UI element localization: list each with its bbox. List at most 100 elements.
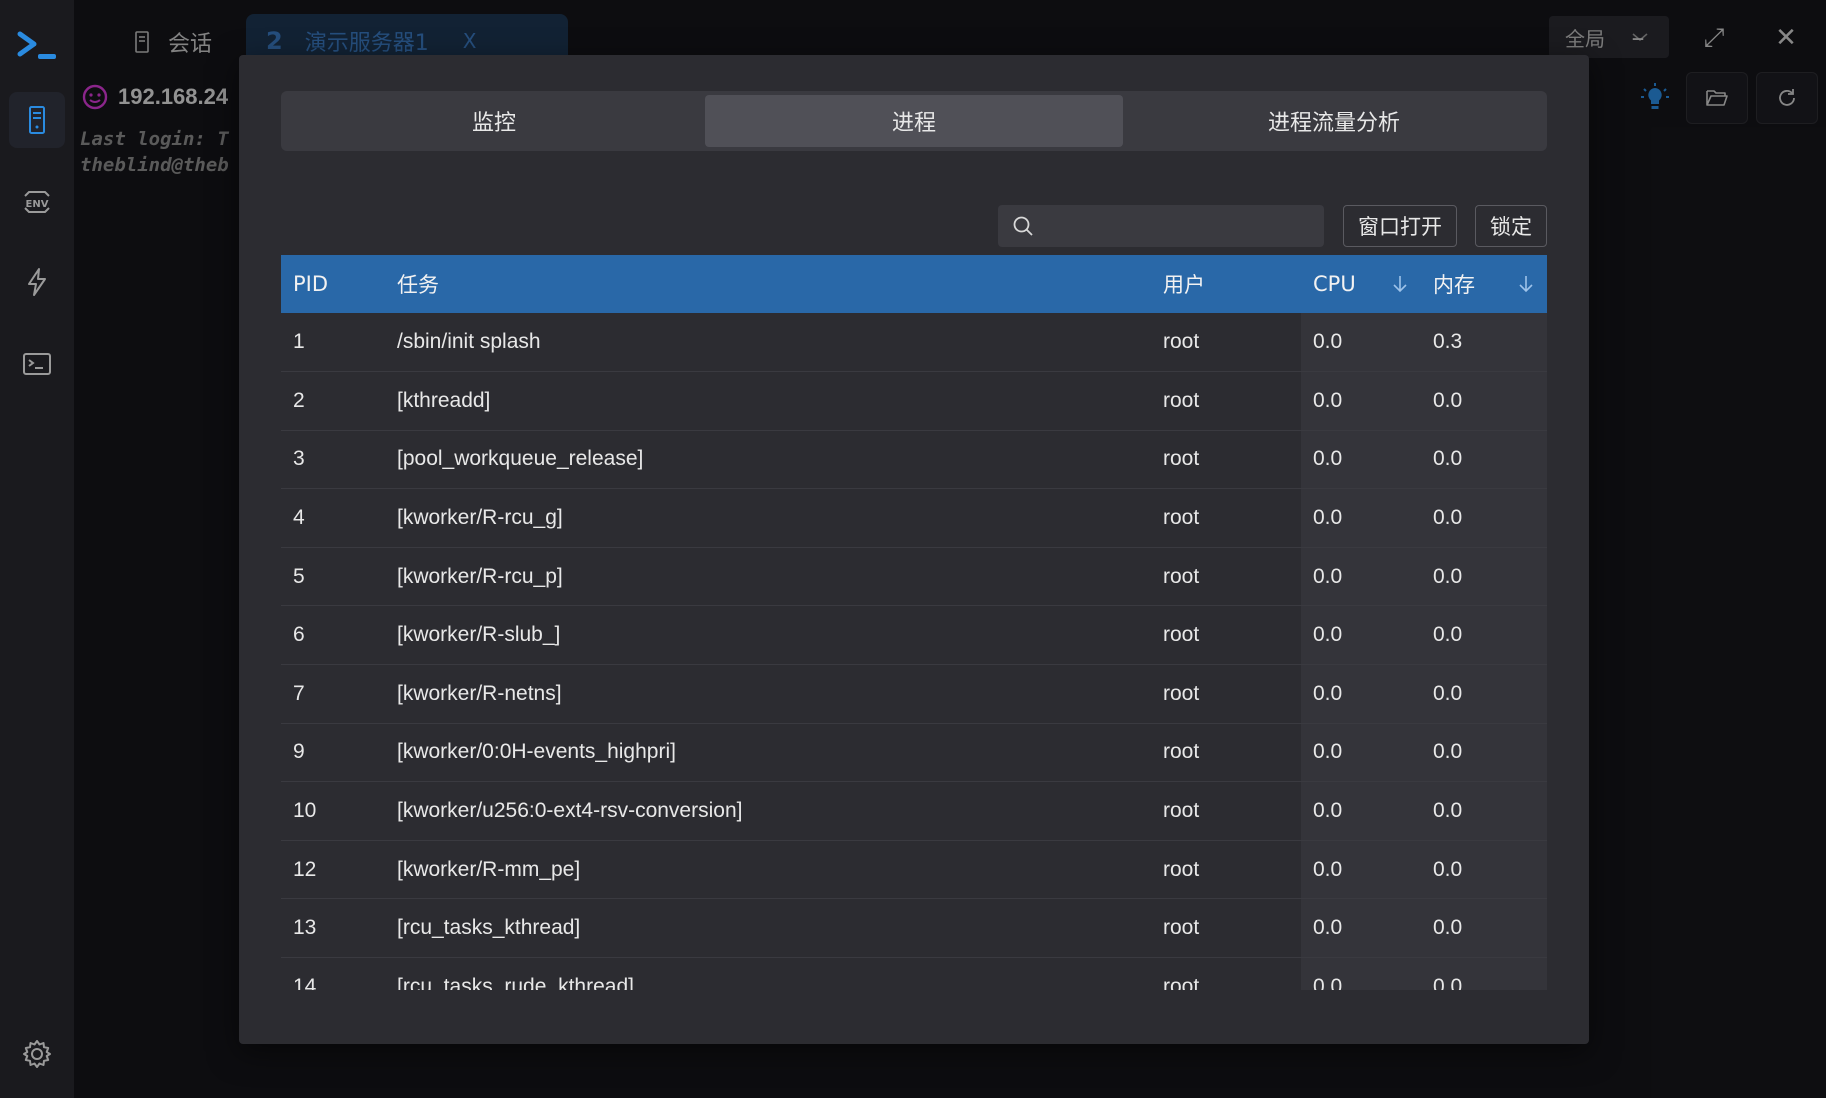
table-row[interactable]: 6 [kworker/R-slub_] root 0.0 0.0 [281,605,1547,666]
search-input[interactable] [1044,215,1304,237]
cell-pid: 4 [281,488,385,548]
table-row[interactable]: 5 [kworker/R-rcu_p] root 0.0 0.0 [281,547,1547,607]
column-header-cpu[interactable]: CPU [1301,255,1421,313]
cell-cpu: 0.0 [1301,430,1421,490]
cell-task: [kworker/R-slub_] [385,605,1151,666]
cell-task: [kworker/R-rcu_p] [385,547,1151,607]
gear-icon [23,1040,51,1068]
cell-pid: 2 [281,371,385,431]
cell-pid: 14 [281,957,385,990]
cell-user: root [1151,664,1301,724]
sidebar: ENV [0,0,74,1098]
search-icon [1013,216,1033,236]
cell-pid: 12 [281,840,385,900]
cell-pid: 1 [281,313,385,373]
table-row[interactable]: 3 [pool_workqueue_release] root 0.0 0.0 [281,430,1547,490]
cell-task: [kworker/R-mm_pe] [385,840,1151,900]
table-header: PID 任务 用户 CPU 内存 [281,255,1547,313]
open-in-window-button[interactable]: 窗口打开 [1343,205,1457,247]
cell-user: root [1151,371,1301,431]
cell-user: root [1151,488,1301,548]
cell-user: root [1151,430,1301,490]
cell-cpu: 0.0 [1301,605,1421,666]
cell-task: [rcu_tasks_rude_kthread] [385,957,1151,990]
cell-cpu: 0.0 [1301,547,1421,607]
cell-pid: 3 [281,430,385,490]
cell-pid: 9 [281,723,385,783]
sidebar-item-servers[interactable] [9,92,65,148]
terminal-icon [23,353,51,375]
cell-task: [rcu_tasks_kthread] [385,898,1151,959]
sidebar-item-quick-commands[interactable] [9,254,65,310]
sort-down-icon[interactable] [1391,273,1409,295]
cell-memory: 0.0 [1421,430,1547,490]
cell-cpu: 0.0 [1301,898,1421,959]
lightning-icon [28,268,46,296]
cell-user: root [1151,313,1301,373]
table-row[interactable]: 10 [kworker/u256:0-ext4-rsv-conversion] ro… [281,781,1547,841]
cell-task: [kworker/R-rcu_g] [385,488,1151,548]
process-table[interactable]: PID 任务 用户 CPU 内存 1/sbin/init splash root 0… [281,255,1547,990]
lock-button[interactable]: 锁定 [1475,205,1547,247]
cell-memory: 0.3 [1421,313,1547,373]
column-header-memory[interactable]: 内存 [1421,255,1547,313]
cell-cpu: 0.0 [1301,723,1421,783]
cell-cpu: 0.0 [1301,371,1421,431]
svg-text:ENV: ENV [26,199,49,210]
cell-task: [kthreadd] [385,371,1151,431]
cell-cpu: 0.0 [1301,313,1421,373]
cell-memory: 0.0 [1421,371,1547,431]
column-header-task[interactable]: 任务 [385,255,1151,313]
cell-user: root [1151,547,1301,607]
app-logo-icon [17,31,56,59]
cell-user: root [1151,840,1301,900]
sidebar-item-env[interactable]: ENV [9,174,65,230]
cell-memory: 0.0 [1421,547,1547,607]
tab-process-traffic[interactable]: 进程流量分析 [1125,95,1543,147]
table-row[interactable]: 13 [rcu_tasks_kthread] root 0.0 0.0 [281,898,1547,959]
env-icon: ENV [24,191,50,213]
cell-pid: 10 [281,781,385,841]
cell-memory: 0.0 [1421,723,1547,783]
cell-cpu: 0.0 [1301,664,1421,724]
cell-memory: 0.0 [1421,664,1547,724]
column-header-pid[interactable]: PID [281,255,385,313]
sort-down-icon[interactable] [1517,273,1535,295]
cell-memory: 0.0 [1421,898,1547,959]
process-monitor-dialog: 监控 进程 进程流量分析 窗口打开 锁定 PID 任务 用户 CPU 内存 1 … [239,55,1589,1044]
cell-cpu: 0.0 [1301,488,1421,548]
table-row[interactable]: 14 [rcu_tasks_rude_kthread] root 0.0 0.0 [281,957,1547,990]
sidebar-item-settings[interactable] [9,1026,65,1082]
cell-memory: 0.0 [1421,957,1547,990]
cell-memory: 0.0 [1421,781,1547,841]
cell-user: root [1151,723,1301,783]
cell-task: [pool_workqueue_release] [385,430,1151,490]
table-row[interactable]: 12 [kworker/R-mm_pe] root 0.0 0.0 [281,840,1547,900]
column-header-user[interactable]: 用户 [1151,255,1301,313]
cell-user: root [1151,957,1301,990]
cell-memory: 0.0 [1421,605,1547,666]
table-row[interactable]: 4 [kworker/R-rcu_g] root 0.0 0.0 [281,488,1547,548]
cell-task: [kworker/R-netns] [385,664,1151,724]
cell-cpu: 0.0 [1301,957,1421,990]
cell-pid: 13 [281,898,385,959]
cell-user: root [1151,898,1301,959]
table-row[interactable]: 7 [kworker/R-netns] root 0.0 0.0 [281,664,1547,724]
tab-processes[interactable]: 进程 [705,95,1123,147]
cell-memory: 0.0 [1421,488,1547,548]
cell-pid: 5 [281,547,385,607]
cell-task: [kworker/u256:0-ext4-rsv-conversion] [385,781,1151,841]
cell-memory: 0.0 [1421,840,1547,900]
sidebar-item-terminal[interactable] [9,336,65,392]
cell-user: root [1151,781,1301,841]
table-row[interactable]: 2 [kthreadd] root 0.0 0.0 [281,371,1547,431]
process-search[interactable] [998,205,1324,247]
cell-cpu: 0.0 [1301,840,1421,900]
tab-monitor[interactable]: 监控 [285,95,703,147]
table-row[interactable]: 9 [kworker/0:0H-events_highpri] root 0.0 0.0 [281,723,1547,783]
table-row[interactable]: 1/sbin/init splash root 0.0 0.3 [281,313,1547,373]
cell-task: [kworker/0:0H-events_highpri] [385,723,1151,783]
server-icon [29,106,45,134]
cell-user: root [1151,605,1301,666]
cell-cpu: 0.0 [1301,781,1421,841]
